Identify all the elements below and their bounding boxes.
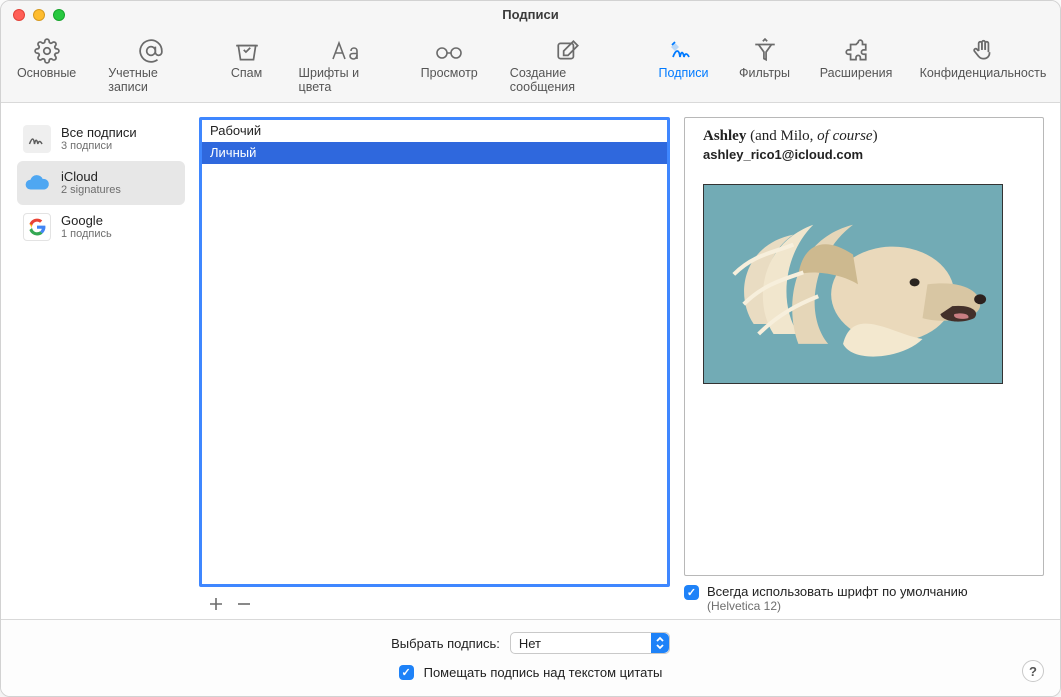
- signature-image: [703, 184, 1003, 384]
- toolbar: Основные Учетные записи Спам Шрифты и цв…: [1, 29, 1060, 103]
- google-icon: [23, 213, 51, 241]
- default-font-checkbox[interactable]: ✓: [684, 585, 699, 600]
- account-sub: 2 signatures: [61, 184, 121, 197]
- bottom-bar: Выбрать подпись: Нет ✓ Помещать подпись …: [1, 619, 1060, 696]
- add-signature-button[interactable]: [207, 595, 225, 613]
- font-icon: [326, 37, 362, 65]
- signature-row[interactable]: Личный: [202, 142, 667, 164]
- hand-icon: [965, 37, 1001, 65]
- choose-signature-select[interactable]: Нет: [510, 632, 670, 654]
- content-area: Все подписи 3 подписи iCloud 2 signature…: [1, 103, 1060, 619]
- account-name: iCloud: [61, 169, 121, 184]
- chevron-up-down-icon: [651, 633, 669, 653]
- default-font-row: ✓ Всегда использовать шрифт по умолчанию…: [684, 576, 1044, 613]
- account-icloud[interactable]: iCloud 2 signatures: [17, 161, 185, 205]
- compose-icon: [550, 37, 586, 65]
- place-above-quote-checkbox[interactable]: ✓: [399, 665, 414, 680]
- glasses-icon: [431, 37, 467, 65]
- icloud-icon: [23, 169, 51, 197]
- signature-row[interactable]: Рабочий: [202, 120, 667, 142]
- help-button[interactable]: ?: [1022, 660, 1044, 682]
- toolbar-general[interactable]: Основные: [11, 33, 82, 96]
- account-name: Все подписи: [61, 125, 137, 140]
- account-sub: 1 подпись: [61, 228, 112, 241]
- toolbar-accounts[interactable]: Учетные записи: [100, 33, 202, 96]
- filter-icon: [747, 37, 783, 65]
- account-sub: 3 подписи: [61, 140, 137, 153]
- toolbar-composing[interactable]: Создание сообщения: [502, 33, 634, 96]
- toolbar-extensions[interactable]: Расширения: [814, 33, 898, 96]
- account-all-signatures[interactable]: Все подписи 3 подписи: [17, 117, 185, 161]
- default-font-label: Всегда использовать шрифт по умолчанию: [707, 584, 968, 599]
- account-google[interactable]: Google 1 подпись: [17, 205, 185, 249]
- signatures-column: Рабочий Личный: [199, 117, 670, 613]
- puzzle-icon: [838, 37, 874, 65]
- signature-icon: [666, 37, 702, 65]
- toolbar-junk[interactable]: Спам: [221, 33, 273, 96]
- toolbar-privacy[interactable]: Конфиденциальность: [916, 33, 1050, 96]
- remove-signature-button[interactable]: [235, 595, 253, 613]
- place-above-quote-label: Помещать подпись над текстом цитаты: [424, 665, 663, 680]
- signature-editor[interactable]: Ashley (and Milo, of course) ashley_rico…: [684, 117, 1044, 576]
- trash-icon: [229, 37, 265, 65]
- signature-name-line: Ashley (and Milo, of course): [703, 128, 1025, 145]
- toolbar-rules[interactable]: Фильтры: [733, 33, 796, 96]
- accounts-sidebar: Все подписи 3 подписи iCloud 2 signature…: [17, 117, 185, 613]
- toolbar-viewing[interactable]: Просмотр: [415, 33, 484, 96]
- select-value: Нет: [519, 636, 651, 651]
- at-icon: [133, 37, 169, 65]
- signature-preview-column: Ashley (and Milo, of course) ashley_rico…: [684, 117, 1044, 613]
- signature-actions: [199, 587, 670, 613]
- default-font-sub: (Helvetica 12): [707, 599, 968, 613]
- toolbar-fonts-colors[interactable]: Шрифты и цвета: [291, 33, 397, 96]
- window-title: Подписи: [1, 7, 1060, 22]
- signature-list[interactable]: Рабочий Личный: [199, 117, 670, 587]
- account-name: Google: [61, 213, 112, 228]
- signature-email: ashley_rico1@icloud.com: [703, 147, 1025, 162]
- gear-icon: [29, 37, 65, 65]
- toolbar-signatures[interactable]: Подписи: [652, 33, 715, 96]
- choose-signature-label: Выбрать подпись:: [391, 636, 500, 651]
- preferences-window: { "window": { "title": "Подписи" }, "too…: [0, 0, 1061, 697]
- signature-icon: [23, 125, 51, 153]
- titlebar: Подписи: [1, 1, 1060, 29]
